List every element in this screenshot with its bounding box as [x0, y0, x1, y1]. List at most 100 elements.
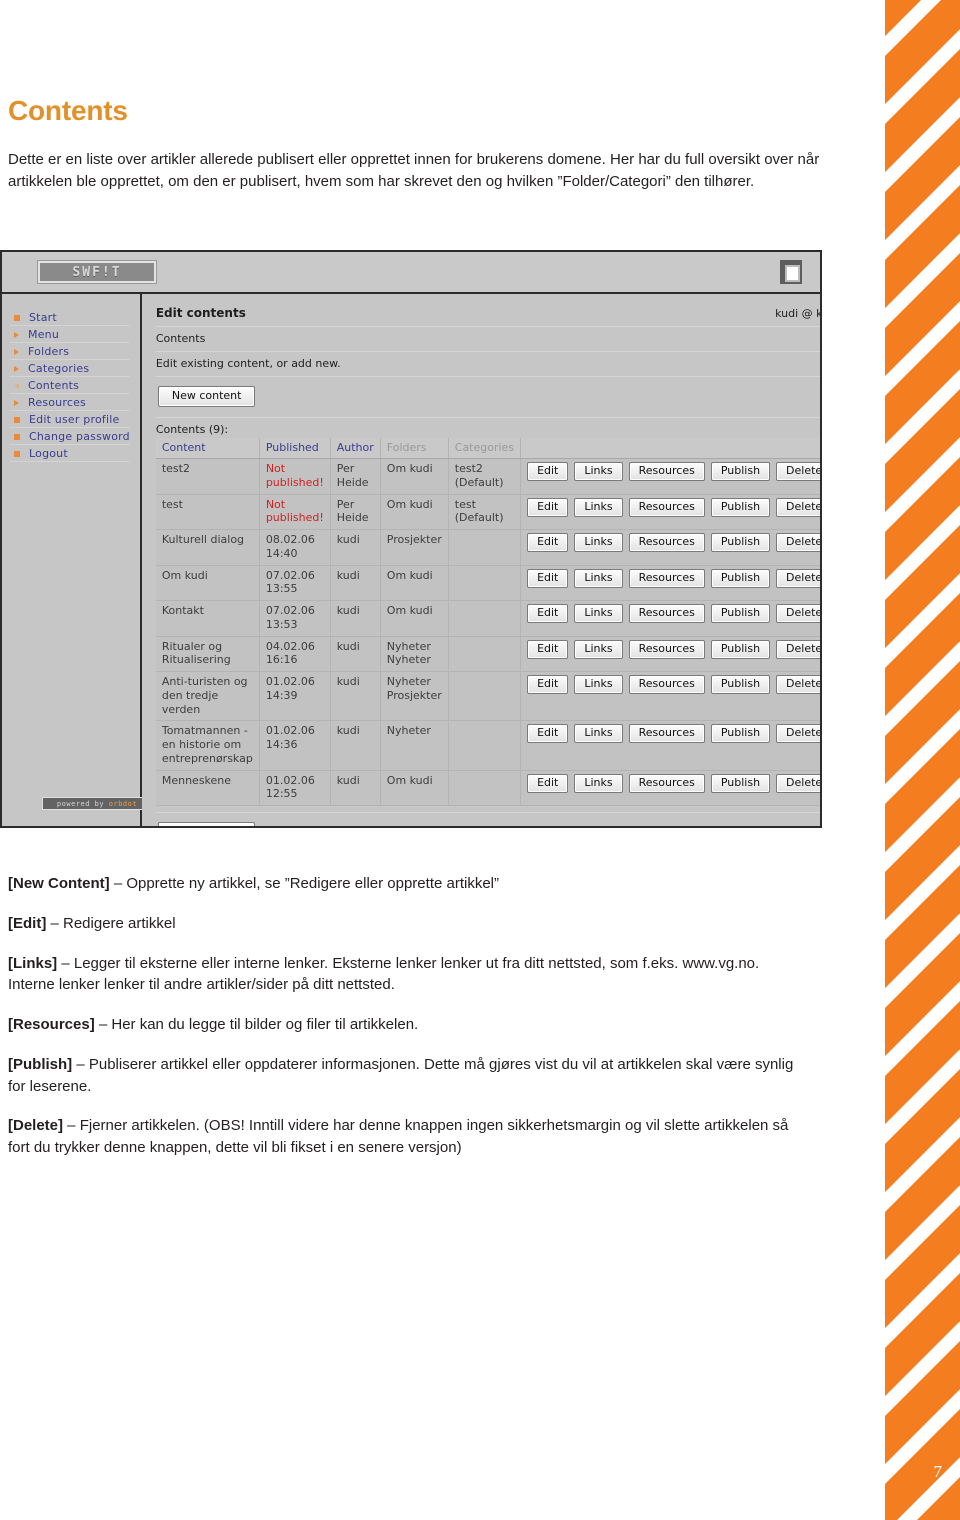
resources-button[interactable]: Resources — [628, 568, 705, 588]
edit-button[interactable]: Edit — [527, 604, 569, 624]
cell-folders: Nyheter — [380, 720, 449, 771]
sidebar-item-edit-user-profile[interactable]: Edit user profile — [10, 412, 130, 428]
cell-folders: Prosjekter — [380, 529, 449, 566]
cell-actions: Edit Links Resources Publish Delete — [520, 458, 820, 495]
powered-by-badge: powered by orbdot — [42, 797, 152, 810]
links-button[interactable]: Links — [574, 462, 623, 482]
cell-folders: Nyheter Nyheter — [380, 636, 449, 673]
links-button[interactable]: Links — [574, 639, 623, 659]
legend-description: – Legger til eksterne eller interne lenk… — [8, 954, 760, 994]
cell-actions: Edit Links Resources Publish Delete — [520, 720, 820, 771]
document-body: Contents Dette er en liste over artikler… — [0, 0, 860, 193]
legend-entry: [Resources] – Her kan du legge til bilde… — [8, 1014, 860, 1054]
resources-button[interactable]: Resources — [628, 462, 705, 482]
chevron-right-icon — [14, 348, 19, 355]
delete-button[interactable]: Delete — [776, 675, 820, 695]
resources-button[interactable]: Resources — [628, 533, 705, 553]
sidebar-item-label: Contents — [28, 379, 80, 392]
sidebar-item-label: Edit user profile — [29, 413, 120, 426]
publish-button[interactable]: Publish — [710, 462, 771, 482]
sidebar-item-menu[interactable]: Menu — [10, 327, 130, 343]
cell-content: Kulturell dialog — [155, 529, 260, 566]
delete-button[interactable]: Delete — [776, 497, 820, 517]
cell-author: Per Heide — [330, 458, 381, 495]
table-row: Om kudi 07.02.06 13:55 kudi Om kudi Edit Link… — [155, 565, 820, 602]
edit-button[interactable]: Edit — [527, 773, 569, 793]
cell-content: test — [155, 494, 260, 531]
publish-button[interactable]: Publish — [710, 568, 771, 588]
chevron-right-icon — [14, 399, 19, 406]
sidebar-item-contents[interactable]: Contents — [10, 378, 130, 394]
edit-button[interactable]: Edit — [527, 724, 569, 744]
links-button[interactable]: Links — [574, 724, 623, 744]
resources-button[interactable]: Resources — [628, 497, 705, 517]
sidebar-item-resources[interactable]: Resources — [10, 395, 130, 411]
cell-author: kudi — [330, 565, 381, 602]
publish-button[interactable]: Publish — [710, 773, 771, 793]
chevron-right-icon — [14, 365, 19, 372]
cell-published: Not published! — [259, 494, 331, 531]
resources-button[interactable]: Resources — [628, 773, 705, 793]
publish-button[interactable]: Publish — [710, 675, 771, 695]
edit-button[interactable]: Edit — [527, 568, 569, 588]
legend-term: [Links] — [8, 954, 58, 972]
resources-button[interactable]: Resources — [628, 724, 705, 744]
publish-button[interactable]: Publish — [710, 497, 771, 517]
app-titlebar: SWF!T — [2, 252, 820, 294]
links-button[interactable]: Links — [574, 497, 623, 517]
links-button[interactable]: Links — [574, 773, 623, 793]
links-button[interactable]: Links — [574, 604, 623, 624]
cell-actions: Edit Links Resources Publish Delete — [520, 600, 820, 637]
publish-button[interactable]: Publish — [710, 604, 771, 624]
window-restore-icon[interactable] — [780, 260, 802, 284]
cell-author: kudi — [330, 636, 381, 673]
breadcrumb: Contents — [155, 332, 206, 345]
delete-button[interactable]: Delete — [776, 462, 820, 482]
new-content-button-top[interactable]: New content — [157, 386, 256, 408]
sidebar-item-logout[interactable]: Logout — [10, 446, 130, 462]
legend-term: [New Content] — [8, 875, 110, 892]
cell-categories — [448, 770, 522, 807]
delete-button[interactable]: Delete — [776, 533, 820, 553]
publish-button[interactable]: Publish — [710, 639, 771, 659]
publish-button[interactable]: Publish — [710, 724, 771, 744]
edit-button[interactable]: Edit — [527, 533, 569, 553]
edit-button[interactable]: Edit — [527, 675, 569, 695]
bullet-icon — [14, 450, 20, 457]
delete-button[interactable]: Delete — [776, 568, 820, 588]
sidebar-item-label: Start — [29, 311, 57, 324]
delete-button[interactable]: Delete — [776, 773, 820, 793]
contents-count-label: Contents (9): — [155, 423, 229, 437]
sidebar-item-start[interactable]: Start — [10, 310, 130, 326]
sidebar-item-categories[interactable]: Categories — [10, 361, 130, 377]
links-button[interactable]: Links — [574, 568, 623, 588]
table-row: Menneskene 01.02.06 12:55 kudi Om kudi Edit L… — [155, 770, 820, 807]
legend-term: [Delete] — [8, 1117, 64, 1135]
edit-button[interactable]: Edit — [527, 497, 569, 517]
sidebar-item-label: Change password — [29, 430, 130, 443]
cell-categories — [448, 600, 522, 637]
edit-button[interactable]: Edit — [527, 639, 569, 659]
resources-button[interactable]: Resources — [628, 639, 705, 659]
cell-actions: Edit Links Resources Publish Delete — [520, 565, 820, 602]
instruction-text: Edit existing content, or add new. — [155, 357, 341, 370]
delete-button[interactable]: Delete — [776, 604, 820, 624]
delete-button[interactable]: Delete — [776, 639, 820, 659]
divider — [155, 351, 820, 352]
resources-button[interactable]: Resources — [628, 604, 705, 624]
sidebar-item-folders[interactable]: Folders — [10, 344, 130, 360]
resources-button[interactable]: Resources — [628, 675, 705, 695]
edit-button[interactable]: Edit — [527, 462, 569, 482]
cell-categories — [448, 671, 522, 722]
new-content-button-bottom[interactable]: New content — [157, 822, 256, 826]
delete-button[interactable]: Delete — [776, 724, 820, 744]
links-button[interactable]: Links — [574, 533, 623, 553]
cell-published: 07.02.06 13:55 — [259, 565, 331, 602]
cell-folders: Om kudi — [380, 458, 449, 495]
divider — [155, 326, 820, 327]
sidebar-item-change-password[interactable]: Change password — [10, 429, 130, 445]
cell-categories — [448, 720, 522, 771]
legend-entry: [Links] – Legger til eksterne eller inte… — [8, 953, 860, 1015]
publish-button[interactable]: Publish — [710, 533, 771, 553]
links-button[interactable]: Links — [574, 675, 623, 695]
